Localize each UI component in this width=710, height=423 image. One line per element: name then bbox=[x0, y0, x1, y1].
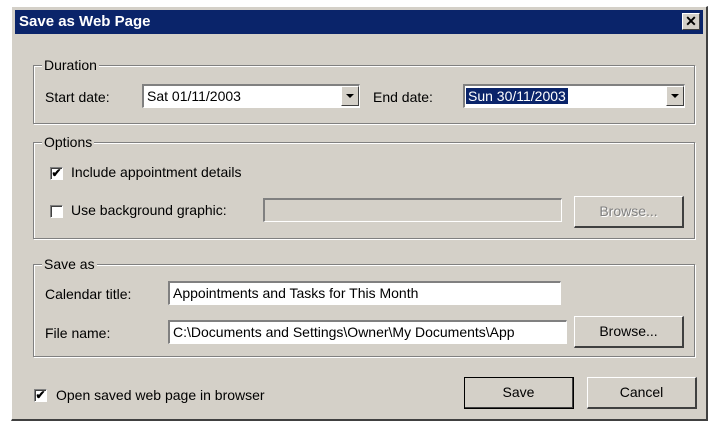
dialog-title: Save as Web Page bbox=[19, 13, 151, 30]
start-date-value: Sat 01/11/2003 bbox=[147, 88, 241, 104]
file-name-label: File name: bbox=[45, 325, 111, 341]
include-details-checkbox[interactable]: ✔ bbox=[50, 167, 63, 180]
file-browse-button[interactable]: Browse... bbox=[574, 316, 684, 348]
end-date-label: End date: bbox=[373, 89, 433, 105]
save-button[interactable]: Save bbox=[464, 377, 574, 409]
bg-graphic-checkbox[interactable] bbox=[50, 205, 63, 218]
end-date-dropdown[interactable]: Sun 30/11/2003 bbox=[463, 84, 685, 108]
calendar-title-field[interactable]: Appointments and Tasks for This Month bbox=[168, 281, 561, 305]
close-icon[interactable]: ✕ bbox=[682, 13, 700, 30]
cancel-button[interactable]: Cancel bbox=[587, 377, 697, 409]
options-legend: Options bbox=[42, 134, 95, 150]
file-name-value: C:\Documents and Settings\Owner\My Docum… bbox=[173, 324, 515, 340]
calendar-title-label: Calendar title: bbox=[45, 286, 132, 302]
bg-graphic-label: Use background graphic: bbox=[71, 202, 227, 218]
start-date-dropdown[interactable]: Sat 01/11/2003 bbox=[142, 84, 360, 108]
save-as-legend: Save as bbox=[42, 256, 97, 272]
file-name-field[interactable]: C:\Documents and Settings\Owner\My Docum… bbox=[168, 320, 567, 344]
include-details-label: Include appointment details bbox=[71, 164, 242, 180]
bg-graphic-field[interactable] bbox=[263, 198, 562, 222]
chevron-down-icon[interactable] bbox=[666, 86, 684, 106]
open-in-browser-label: Open saved web page in browser bbox=[56, 387, 265, 403]
chevron-down-icon[interactable] bbox=[341, 86, 359, 106]
duration-legend: Duration bbox=[42, 57, 99, 73]
calendar-title-value: Appointments and Tasks for This Month bbox=[173, 285, 419, 301]
save-as-web-page-dialog: Save as Web Page ✕ Duration Start date: … bbox=[11, 6, 708, 421]
title-bar[interactable]: Save as Web Page ✕ bbox=[15, 10, 703, 34]
bg-browse-button[interactable]: Browse... bbox=[574, 196, 684, 228]
start-date-label: Start date: bbox=[45, 89, 110, 105]
end-date-value: Sun 30/11/2003 bbox=[466, 88, 568, 104]
open-in-browser-checkbox[interactable]: ✔ bbox=[34, 389, 47, 402]
